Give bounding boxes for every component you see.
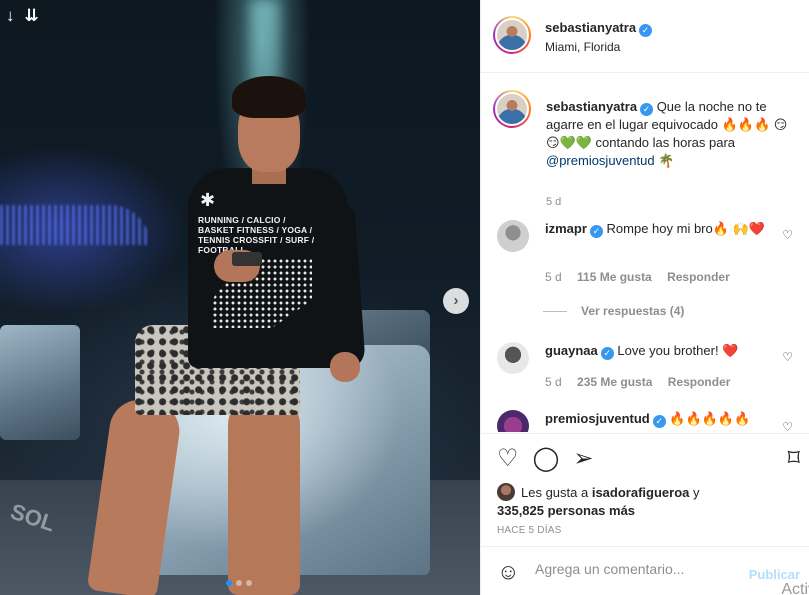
comment-reply-button[interactable]: Responder — [667, 270, 730, 284]
comment-username[interactable]: guaynaa — [545, 343, 598, 358]
photo-corner-controls: ↓ ⇊ — [6, 6, 39, 26]
comment-text: izmapr ✓ Rompe hoy mi bro🔥 🙌❤️ — [545, 220, 770, 238]
post-side-panel: sebastianyatra ✓ Miami, Florida sebastian… — [480, 0, 809, 595]
liker-avatar[interactable] — [497, 483, 515, 501]
likes-summary: Les gusta a isadorafigueroa y 335,825 pe… — [497, 483, 797, 520]
post-header: sebastianyatra ✓ Miami, Florida — [481, 0, 809, 73]
smiley-icon[interactable]: ☺ — [497, 561, 519, 583]
replies-divider-line — [543, 310, 567, 312]
carousel-indicator — [226, 580, 252, 586]
comment-icon[interactable]: ◯ — [533, 446, 560, 472]
comment-time[interactable]: 5 d — [545, 270, 562, 284]
double-down-arrow-icon[interactable]: ⇊ — [25, 6, 39, 26]
down-arrow-icon[interactable]: ↓ — [6, 6, 15, 26]
comment-username[interactable]: premiosjuventud — [545, 411, 650, 426]
person-hair — [232, 76, 306, 118]
comments-section[interactable]: sebastianyatra ✓ Que la noche no te agarr… — [481, 74, 809, 432]
comment-username[interactable]: izmapr — [545, 221, 587, 236]
comment-avatar[interactable] — [497, 410, 529, 432]
maple-leaf-icon: ✱ — [200, 190, 216, 210]
palm-tree-emoji: 🌴 — [658, 153, 675, 168]
windows-activation-watermark: Activ — [781, 581, 809, 595]
comment-like-heart-icon[interactable]: ♡ — [782, 350, 793, 364]
next-arrow-icon[interactable]: › — [443, 288, 469, 314]
post-location[interactable]: Miami, Florida — [545, 40, 620, 54]
sweatshirt-text: RUNNING / CALCIO / BASKET FITNESS / YOGA… — [198, 215, 315, 255]
bookmark-icon[interactable]: ⌑ — [788, 446, 800, 472]
post-actions: ♡ ◯ ➢ ⌑ Les gusta a isadorafigueroa y 33… — [481, 433, 809, 545]
caption-avatar[interactable] — [493, 90, 531, 128]
carousel-dot — [246, 580, 252, 586]
share-icon[interactable]: ➢ — [573, 446, 593, 472]
liker-username[interactable]: isadorafigueroa — [592, 485, 690, 500]
verified-badge-icon: ✓ — [652, 415, 666, 428]
verified-badge-icon: ✓ — [640, 103, 654, 116]
likes-prefix: Les gusta a — [521, 485, 589, 500]
comment-like-heart-icon[interactable]: ♡ — [782, 420, 793, 432]
carousel-dot-active — [226, 580, 232, 586]
view-replies-button[interactable]: Ver respuestas (4) — [543, 304, 684, 318]
verified-badge-icon: ✓ — [600, 347, 614, 360]
comment-avatar[interactable] — [497, 342, 529, 374]
comment-meta: 5 d 235 Me gusta Responder — [545, 375, 730, 389]
action-icons: ♡ ◯ ➢ — [497, 446, 593, 472]
comment-meta: 5 d 115 Me gusta Responder — [545, 270, 730, 284]
comment-reply-button[interactable]: Responder — [668, 375, 731, 389]
caption-mention-link[interactable]: @premiosjuventud — [546, 153, 655, 168]
comment-body: Love you brother! ❤️ — [617, 343, 739, 358]
author-username[interactable]: sebastianyatra — [545, 20, 636, 35]
person-right-leg — [228, 395, 300, 595]
likes-count[interactable]: 335,825 personas más — [497, 503, 635, 518]
view-replies-label: Ver respuestas (4) — [581, 304, 685, 318]
carousel-dot — [236, 580, 242, 586]
post-photo[interactable]: SOL ✱ RUNNING / CALCIO / BASKET FITNESS … — [0, 0, 480, 595]
comment-input[interactable] — [535, 561, 735, 577]
comment-body: Rompe hoy mi bro🔥 🙌❤️ — [606, 221, 765, 236]
caption-timestamp[interactable]: 5 d — [546, 196, 561, 208]
verified-badge-icon: ✓ — [639, 24, 653, 37]
left-armchair — [0, 325, 80, 440]
add-comment-bar: ☺ Publicar Activ — [481, 546, 809, 595]
likes-joiner: y — [693, 485, 700, 500]
comment-text: premiosjuventud ✓ 🔥🔥🔥🔥🔥 — [545, 410, 770, 428]
heart-icon[interactable]: ♡ — [497, 446, 519, 472]
comment-time[interactable]: 5 d — [545, 375, 562, 389]
verified-badge-icon: ✓ — [589, 225, 603, 238]
caption-username[interactable]: sebastianyatra — [546, 99, 637, 114]
author-name-row: sebastianyatra ✓ — [545, 20, 653, 37]
background-seats — [0, 205, 150, 245]
comment-like-heart-icon[interactable]: ♡ — [782, 228, 793, 242]
caption-text: sebastianyatra ✓ Que la noche no te agarr… — [546, 98, 796, 170]
comment-likes[interactable]: 115 Me gusta — [577, 270, 652, 284]
caption: sebastianyatra ✓ Que la noche no te agarr… — [493, 90, 793, 208]
comment-body: 🔥🔥🔥🔥🔥 — [669, 411, 751, 426]
phone-in-hand — [232, 252, 262, 266]
author-avatar[interactable] — [493, 16, 531, 54]
person-right-hand — [330, 352, 360, 382]
comment-avatar[interactable] — [497, 220, 529, 252]
comment-likes[interactable]: 235 Me gusta — [577, 375, 652, 389]
comment-text: guaynaa ✓ Love you brother! ❤️ — [545, 342, 770, 360]
publish-button[interactable]: Publicar — [749, 567, 800, 582]
post-age[interactable]: HACE 5 DÍAS — [497, 525, 561, 536]
